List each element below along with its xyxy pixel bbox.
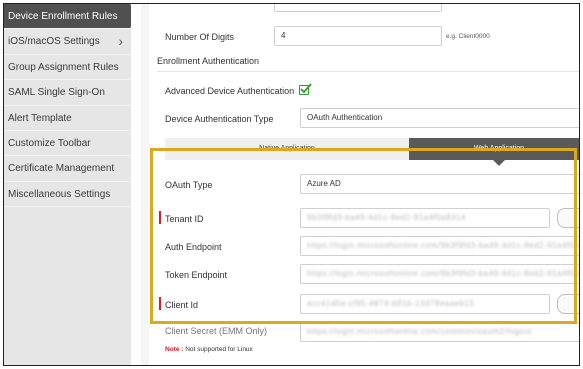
- auth-type-select[interactable]: OAuth Authentication: [300, 108, 579, 128]
- number-of-digits-hint: e.g. Client0000: [446, 33, 490, 40]
- sidebar-item-customize-toolbar[interactable]: Customize Toolbar: [4, 131, 131, 157]
- sidebar-item-miscellaneous-settings[interactable]: Miscellaneous Settings: [4, 182, 131, 208]
- client-id-label: Client Id: [165, 300, 199, 310]
- required-marker: [159, 211, 161, 224]
- tenant-id-input[interactable]: 9b3f9fd3-ba49-4d1c-8ed2-91a4f0a8314: [300, 208, 550, 228]
- sidebar-item-saml-sso[interactable]: SAML Single Sign-On: [4, 80, 131, 106]
- note-text: Not supported for Linux: [185, 346, 253, 353]
- sidebar: Device Enrollment Rules iOS/macOS Settin…: [4, 4, 139, 365]
- advanced-auth-checkbox[interactable]: [299, 83, 312, 95]
- sidebar-item-certificate-management[interactable]: Certificate Management: [4, 156, 131, 182]
- tenant-id-value: 9b3f9fd3-ba49-4d1c-8ed2-91a4f0a8314: [307, 213, 466, 222]
- sidebar-item-group-assignment-rules[interactable]: Group Assignment Rules: [4, 55, 131, 81]
- sidebar-item-label: SAML Single Sign-On: [8, 87, 105, 99]
- main-content: Number Of Digits 4 e.g. Client0000 Enrol…: [141, 4, 579, 365]
- chevron-right-icon: ›: [118, 33, 123, 50]
- previous-field-input[interactable]: [274, 4, 442, 12]
- sidebar-item-label: Group Assignment Rules: [8, 61, 119, 73]
- auth-endpoint-input[interactable]: https://login.microsoftonline.com/9b3f9f…: [300, 236, 580, 256]
- required-marker: [159, 297, 161, 310]
- settings-panel: Number Of Digits 4 e.g. Client0000 Enrol…: [149, 4, 579, 365]
- section-title: Enrollment Authentication: [157, 56, 260, 66]
- client-secret-value: https://login.microsoftonline.com/common…: [307, 327, 532, 336]
- advanced-auth-label: Advanced Device Authentication: [165, 86, 295, 96]
- token-endpoint-value: https://login.microsoftonline.com/9b3f9f…: [307, 269, 580, 278]
- token-endpoint-input[interactable]: https://login.microsoftonline.com/9b3f9f…: [300, 264, 580, 284]
- sidebar-item-label: Customize Toolbar: [8, 137, 91, 149]
- tab-native-application[interactable]: Native Application: [165, 138, 409, 160]
- sidebar-item-label: Alert Template: [8, 112, 72, 124]
- linux-note: Note : Not supported for Linux: [165, 346, 253, 353]
- token-endpoint-label: Token Endpoint: [165, 270, 228, 280]
- number-of-digits-input[interactable]: 4: [274, 26, 442, 46]
- sidebar-item-alert-template[interactable]: Alert Template: [4, 106, 131, 131]
- oauth-type-label: OAuth Type: [165, 180, 213, 190]
- oauth-type-select[interactable]: Azure AD: [300, 174, 579, 194]
- sidebar-item-device-enrollment-rules[interactable]: Device Enrollment Rules: [4, 4, 139, 30]
- sidebar-item-label: Miscellaneous Settings: [8, 188, 111, 200]
- sidebar-item-label: Device Enrollment Rules: [8, 11, 118, 22]
- auth-endpoint-label: Auth Endpoint: [165, 242, 222, 252]
- sidebar-gutter: [131, 4, 141, 365]
- sidebar-item-label: Certificate Management: [8, 163, 115, 175]
- client-id-value: acc41d0a-cf95-4874-b81b-13d78eaaeb15: [307, 299, 475, 308]
- sidebar-item-label: iOS/macOS Settings: [8, 36, 100, 48]
- checkmark-icon: [300, 83, 312, 94]
- client-id-action-button[interactable]: [557, 294, 579, 314]
- tenant-id-label: Tenant ID: [165, 214, 204, 224]
- tenant-id-action-button[interactable]: [557, 208, 579, 228]
- number-of-digits-label: Number Of Digits: [165, 32, 235, 42]
- sidebar-item-ios-macos-settings[interactable]: iOS/macOS Settings ›: [4, 29, 131, 55]
- auth-endpoint-value: https://login.microsoftonline.com/9b3f9f…: [307, 241, 580, 250]
- app-frame: Device Enrollment Rules iOS/macOS Settin…: [3, 3, 580, 366]
- divider: [157, 71, 579, 72]
- client-id-input[interactable]: acc41d0a-cf95-4874-b81b-13d78eaaeb15: [300, 294, 550, 314]
- client-secret-label: Client Secret (EMM Only): [165, 326, 268, 336]
- auth-type-label: Device Authentication Type: [165, 114, 274, 124]
- tab-web-application[interactable]: Web Application: [409, 138, 579, 166]
- note-prefix: Note :: [165, 346, 184, 353]
- client-secret-input[interactable]: https://login.microsoftonline.com/common…: [300, 322, 579, 342]
